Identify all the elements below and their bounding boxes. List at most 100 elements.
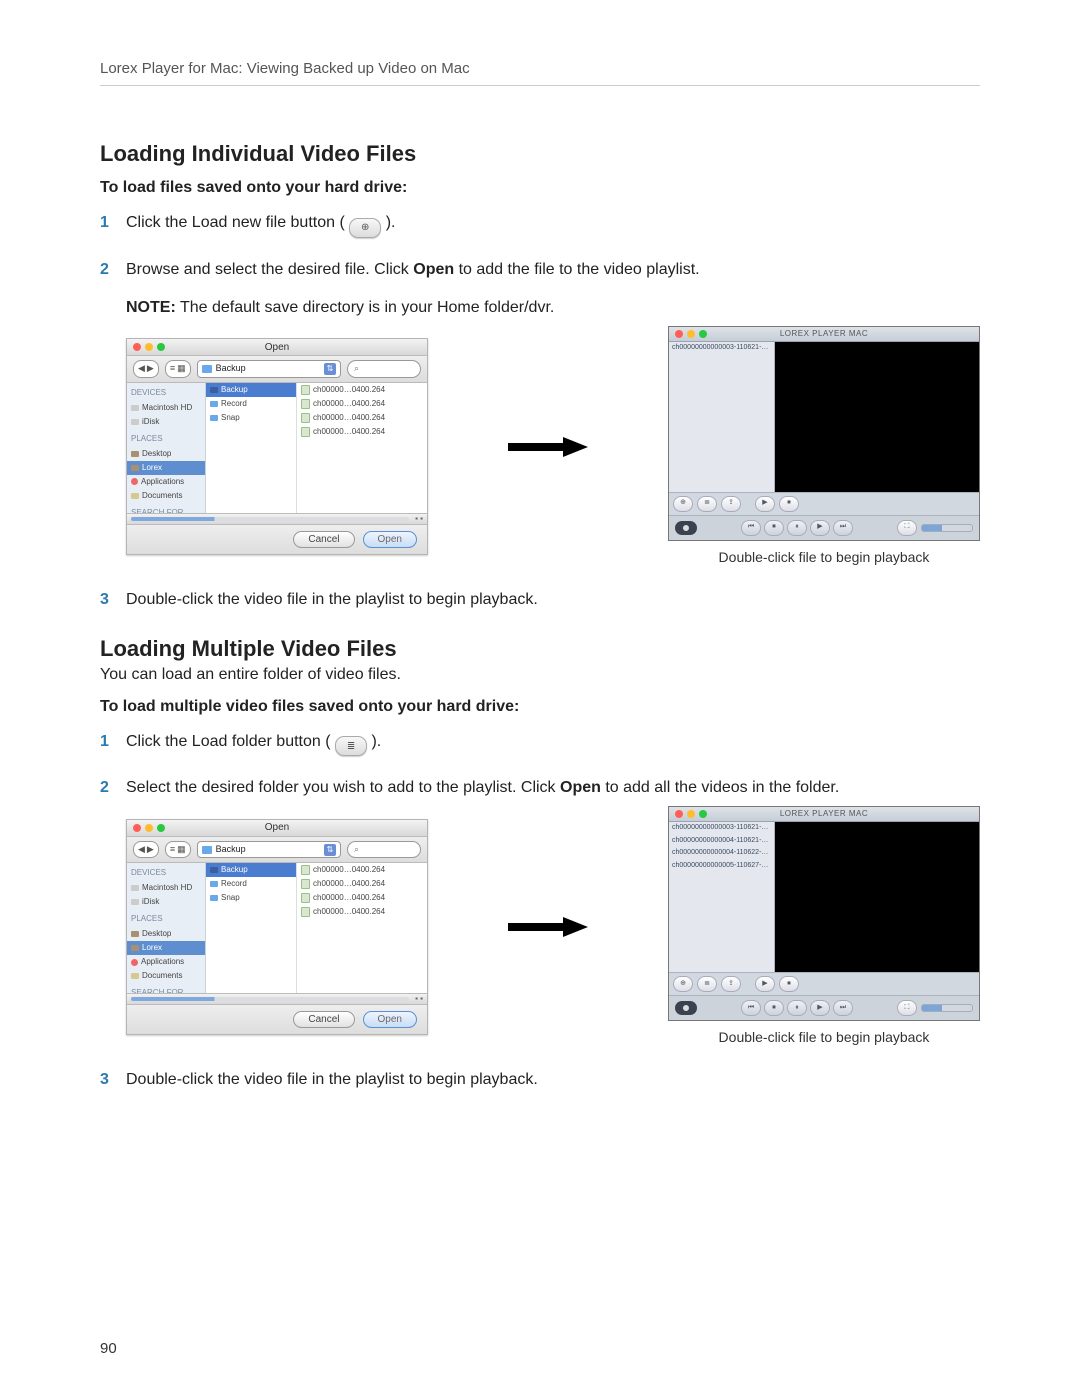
sidebar-item[interactable]: Documents	[127, 489, 205, 503]
playlist-item[interactable]: ch00000000000003-110621-…	[669, 822, 774, 835]
sidebar-item[interactable]: Applications	[127, 955, 205, 969]
forward-icon[interactable]: ▶	[147, 362, 154, 376]
open-button[interactable]: Open	[363, 1011, 417, 1028]
finder-sidebar: DEVICES Macintosh HD iDisk PLACES Deskto…	[127, 863, 206, 993]
cancel-button[interactable]: Cancel	[293, 1011, 354, 1028]
mac-open-dialog: Open ◀ ▶ ≡▦ Backup ⇅	[126, 338, 428, 555]
step-text: Browse and select the desired file. Clic…	[126, 261, 413, 278]
folder-icon	[210, 387, 218, 393]
view-buttons[interactable]: ≡▦	[165, 841, 191, 859]
add-folder-button[interactable]: ≣	[697, 496, 717, 512]
volume-slider[interactable]	[921, 1004, 973, 1012]
next-button[interactable]: ⏭	[833, 1000, 853, 1016]
playlist-item[interactable]: ch00000000000003-110621-…	[669, 342, 774, 355]
play-button[interactable]: ▶	[755, 496, 775, 512]
dropdown-arrows-icon[interactable]: ⇅	[324, 363, 336, 375]
note-line: NOTE: The default save directory is in y…	[126, 296, 980, 320]
file-item[interactable]: ch00000…0400.264	[297, 863, 427, 877]
stop-button[interactable]: ⏹	[779, 976, 799, 992]
path-dropdown[interactable]: Backup ⇅	[197, 841, 341, 859]
sidebar-item[interactable]: iDisk	[127, 895, 205, 909]
pause-button[interactable]: ⏸	[787, 1000, 807, 1016]
folder-item[interactable]: Record	[206, 877, 296, 891]
play-button[interactable]: ▶	[755, 976, 775, 992]
sidebar-item[interactable]: Desktop	[127, 447, 205, 461]
dropdown-arrows-icon[interactable]: ⇅	[324, 844, 336, 856]
docs-icon	[131, 493, 139, 499]
window-title: LOREX PLAYER MAC	[669, 808, 979, 820]
forward-icon[interactable]: ▶	[147, 843, 154, 857]
cancel-button[interactable]: Cancel	[293, 531, 354, 548]
stop-button[interactable]: ⏹	[779, 496, 799, 512]
search-input[interactable]: ⌕	[347, 360, 421, 378]
figure-row-2: Open ◀ ▶ ≡▦ Backup ⇅	[126, 806, 980, 1048]
file-item[interactable]: ch00000…0400.264	[297, 411, 427, 425]
playlist-item[interactable]: ch00000000000004-110622-…	[669, 847, 774, 860]
stop-button[interactable]: ⏹	[764, 520, 784, 536]
folder-item[interactable]: Snap	[206, 411, 296, 425]
volume-slider[interactable]	[921, 524, 973, 532]
back-icon[interactable]: ◀	[138, 362, 145, 376]
add-folder-button[interactable]: ≣	[697, 976, 717, 992]
apps-icon	[131, 959, 138, 966]
next-button[interactable]: ⏭	[833, 520, 853, 536]
export-button[interactable]: ⇪	[721, 976, 741, 992]
search-input[interactable]: ⌕	[347, 841, 421, 859]
apps-icon	[131, 478, 138, 485]
folder-item-selected[interactable]: Backup	[206, 383, 296, 397]
size-slider[interactable]	[131, 997, 409, 1001]
sidebar-item[interactable]: Desktop	[127, 927, 205, 941]
play-button[interactable]: ▶	[810, 1000, 830, 1016]
sidebar-item[interactable]: iDisk	[127, 415, 205, 429]
sidebar-group-places: PLACES	[131, 433, 201, 445]
step-text: Click the Load new file button (	[126, 214, 349, 231]
sidebar-item[interactable]: Macintosh HD	[127, 881, 205, 895]
file-item[interactable]: ch00000…0400.264	[297, 877, 427, 891]
size-slider[interactable]	[131, 517, 409, 521]
folder-item[interactable]: Record	[206, 397, 296, 411]
sidebar-item-selected[interactable]: Lorex	[127, 461, 205, 475]
step-2-2: Select the desired folder you wish to ad…	[100, 776, 980, 1048]
folder-icon	[210, 867, 218, 873]
play-button[interactable]: ▶	[810, 520, 830, 536]
video-viewport[interactable]	[775, 822, 979, 972]
add-file-button[interactable]: ⊕	[673, 496, 693, 512]
stop-button[interactable]: ⏹	[764, 1000, 784, 1016]
file-item[interactable]: ch00000…0400.264	[297, 383, 427, 397]
finder-column-1: Backup Record Snap	[206, 383, 297, 513]
file-item[interactable]: ch00000…0400.264	[297, 397, 427, 411]
nav-buttons[interactable]: ◀ ▶	[133, 360, 159, 378]
dialog-footer: Cancel Open	[127, 1004, 427, 1034]
folder-item[interactable]: Snap	[206, 891, 296, 905]
folder-item-selected[interactable]: Backup	[206, 863, 296, 877]
fullscreen-button[interactable]: ⛶	[897, 520, 917, 536]
sidebar-item[interactable]: Documents	[127, 969, 205, 983]
load-file-icon: ⊕	[349, 218, 381, 238]
fullscreen-button[interactable]: ⛶	[897, 1000, 917, 1016]
path-dropdown[interactable]: Backup ⇅	[197, 360, 341, 378]
back-icon[interactable]: ◀	[138, 843, 145, 857]
prev-button[interactable]: ⏮	[741, 520, 761, 536]
figure-caption: Double-click file to begin playback	[719, 1027, 930, 1048]
open-button[interactable]: Open	[363, 531, 417, 548]
export-button[interactable]: ⇪	[721, 496, 741, 512]
right-controls: ⛶	[897, 1000, 973, 1016]
sidebar-item[interactable]: Applications	[127, 475, 205, 489]
video-viewport[interactable]	[775, 342, 979, 492]
file-item[interactable]: ch00000…0400.264	[297, 905, 427, 919]
transport-group: ⏮ ⏹ ⏸ ▶ ⏭	[741, 520, 853, 536]
playlist-item[interactable]: ch00000000000005-110627-…	[669, 860, 774, 873]
add-file-button[interactable]: ⊕	[673, 976, 693, 992]
pause-button[interactable]: ⏸	[787, 520, 807, 536]
nav-buttons[interactable]: ◀ ▶	[133, 841, 159, 859]
playlist-toolbar: ⊕ ≣ ⇪ ▶ ⏹	[669, 492, 979, 515]
sidebar-item[interactable]: Macintosh HD	[127, 401, 205, 415]
sidebar-item-selected[interactable]: Lorex	[127, 941, 205, 955]
mac-open-dialog: Open ◀ ▶ ≡▦ Backup ⇅	[126, 819, 428, 1036]
prev-button[interactable]: ⏮	[741, 1000, 761, 1016]
file-item[interactable]: ch00000…0400.264	[297, 891, 427, 905]
note-label: NOTE:	[126, 299, 176, 316]
playlist-item[interactable]: ch00000000000004-110621-…	[669, 835, 774, 848]
view-buttons[interactable]: ≡▦	[165, 360, 191, 378]
file-item[interactable]: ch00000…0400.264	[297, 425, 427, 439]
